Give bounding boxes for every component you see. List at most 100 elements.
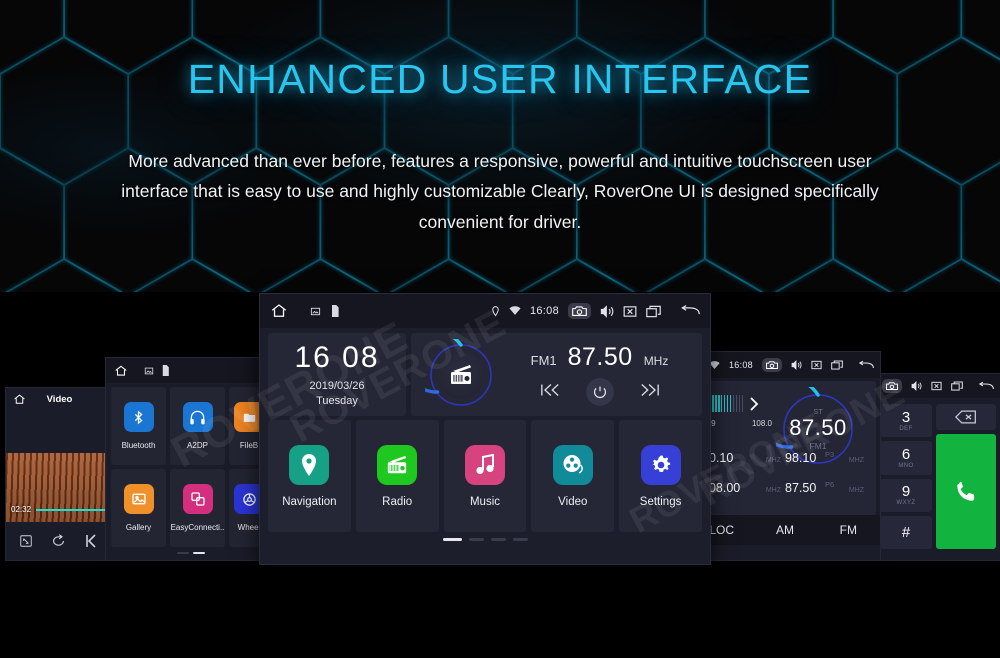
video-frame[interactable]: 02:32 [6, 410, 110, 522]
video-progress-row[interactable]: 02:32 [6, 505, 110, 514]
video-title: Video [46, 393, 73, 405]
home-icon[interactable] [114, 364, 128, 378]
radio-statusbar: 16:08 [690, 352, 880, 378]
page-dot[interactable] [468, 537, 484, 541]
app-tile-easyconnection[interactable]: EasyConnecti.. [170, 469, 225, 547]
camera-icon[interactable] [882, 379, 902, 393]
tab-fm[interactable]: FM [817, 523, 880, 537]
preset-row: 90.10 MHZ P3 98.10 MHZ [702, 450, 868, 481]
preset-unit: MHZ [848, 487, 864, 494]
page-dot[interactable] [177, 552, 189, 554]
sdcard-icon[interactable] [161, 365, 170, 376]
link-icon [182, 484, 213, 514]
page-dot[interactable] [490, 537, 506, 541]
sdcard-icon[interactable] [330, 305, 340, 317]
home-app-grid: Navigation Radio Music Video Settings [260, 416, 710, 532]
app-tile-a2dp[interactable]: A2DP [170, 387, 225, 465]
key-digit: 9 [901, 483, 911, 501]
camera-icon[interactable] [762, 358, 782, 372]
tab-am[interactable]: AM [753, 523, 816, 537]
image-icon[interactable] [144, 366, 154, 376]
back-arrow-icon[interactable] [858, 360, 874, 371]
home-page-indicator [260, 532, 710, 546]
power-button[interactable] [585, 378, 614, 406]
skip-next-icon[interactable] [640, 382, 660, 403]
app-tile-gallery[interactable]: Gallery [111, 469, 166, 547]
radio-tuner-panel: 03.9 108.0 ST 87.50 FM1 [694, 381, 876, 515]
page-dot-active[interactable] [442, 537, 462, 541]
page-dot[interactable] [512, 537, 528, 541]
app-tile-video[interactable]: Video [531, 420, 615, 532]
apps-page-indicator [106, 552, 276, 554]
preset-item[interactable]: 108.00 MHZ [702, 481, 785, 511]
back-arrow-icon[interactable] [978, 381, 994, 392]
wifi-icon [709, 360, 720, 370]
app-label: Radio [382, 495, 413, 508]
map-pin-icon [289, 444, 330, 485]
phone-icon [953, 479, 979, 505]
backspace-button[interactable] [936, 404, 996, 430]
volume-icon[interactable] [911, 381, 922, 391]
home-screen: 16:08 16 08 2019/03/26 Tuesday FM1 87.50… [260, 294, 710, 564]
statusbar-clock: 16:08 [728, 360, 753, 370]
app-tile-navigation[interactable]: Navigation [268, 420, 351, 532]
app-label: Navigation [282, 495, 337, 508]
dial-key-6[interactable]: 6 MNO [880, 441, 932, 475]
video-progress-bar[interactable] [36, 508, 105, 511]
home-icon[interactable] [13, 393, 26, 406]
camera-icon[interactable] [568, 303, 591, 319]
dial-key-hash[interactable]: # [880, 515, 932, 549]
app-label: Video [558, 495, 588, 508]
recents-icon[interactable] [646, 305, 661, 318]
preset-slot: P6 [825, 480, 835, 489]
radio-controls [540, 378, 660, 406]
skip-previous-icon[interactable] [540, 382, 560, 403]
dial-key-9[interactable]: 9 WXYZ [880, 478, 932, 512]
back-arrow-icon[interactable] [680, 304, 700, 318]
preset-item[interactable]: 90.10 MHZ [702, 451, 785, 481]
preset-row: 108.00 MHZ P6 87.50 MHZ [702, 480, 868, 511]
key-letters: WXYZ [896, 500, 916, 507]
app-label: Wheel [237, 523, 261, 532]
mute-icon[interactable] [623, 305, 637, 318]
radio-dial[interactable] [425, 338, 497, 411]
volume-icon[interactable] [791, 360, 802, 370]
clock-time: 16 08 [294, 340, 380, 374]
video-elapsed-time: 02:32 [11, 505, 32, 514]
preset-unit: MHZ [848, 457, 864, 464]
recents-icon[interactable] [951, 381, 963, 391]
app-tile-radio[interactable]: Radio [355, 420, 439, 532]
clock-widget[interactable]: 16 08 2019/03/26 Tuesday [268, 333, 406, 416]
mute-icon[interactable] [931, 381, 942, 391]
app-tile-settings[interactable]: Settings [619, 420, 702, 532]
radio-unit: MHz [643, 354, 669, 368]
dial-key-3[interactable]: 3 DEF [880, 404, 932, 438]
call-button[interactable] [936, 434, 996, 549]
radio-scale-labels: 03.9 108.0 [700, 419, 772, 428]
dialpad-screen: 3 DEF 6 MNO 9 WXYZ # [876, 374, 1000, 560]
radio-icon [451, 364, 471, 384]
chevron-right-icon[interactable] [749, 396, 760, 411]
radio-scale[interactable]: 03.9 108.0 [700, 395, 772, 428]
preset-item[interactable]: P3 98.10 MHZ [785, 450, 868, 481]
image-icon[interactable] [310, 306, 321, 317]
page-dot-active[interactable] [193, 552, 205, 554]
hero-banner: ENHANCED USER INTERFACE More advanced th… [0, 0, 1000, 292]
app-tile-bluetooth[interactable]: Bluetooth [111, 387, 166, 465]
video-titlebar: Video [6, 388, 110, 410]
repeat-icon[interactable] [50, 534, 67, 548]
home-icon[interactable] [270, 302, 288, 320]
recents-icon[interactable] [831, 360, 843, 370]
apps-statusbar [106, 358, 276, 383]
dialpad-keys: 3 DEF 6 MNO 9 WXYZ # [880, 404, 932, 549]
preset-frequency: 87.50 [785, 481, 817, 495]
skip-previous-icon[interactable] [85, 534, 97, 548]
fullscreen-icon[interactable] [19, 534, 33, 548]
mute-icon[interactable] [811, 360, 822, 370]
radio-widget[interactable]: FM1 87.50 MHz [411, 333, 702, 416]
key-letters: DEF [899, 425, 913, 432]
volume-icon[interactable] [600, 304, 614, 318]
app-tile-music[interactable]: Music [443, 420, 527, 532]
statusbar-right-group [882, 379, 994, 393]
preset-item[interactable]: P6 87.50 MHZ [785, 480, 868, 511]
